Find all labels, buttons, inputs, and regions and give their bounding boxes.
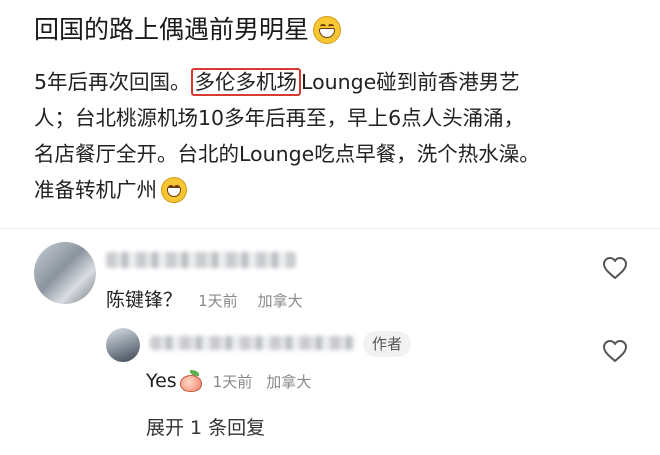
username-blurred[interactable] [106, 252, 296, 268]
peach-icon [179, 370, 203, 392]
post-body: 5年后再次回国。 多伦多机场 Lounge碰到前香港男艺 人；台北桃源机场10多年后… [34, 64, 634, 208]
avatar[interactable] [106, 328, 140, 362]
avatar[interactable] [34, 242, 96, 304]
grinning-face-icon [313, 16, 342, 44]
comment-location: 加拿大 [257, 292, 303, 310]
post-title: 回国的路上偶遇前男明星 [34, 12, 634, 48]
author-tag: 作者 [363, 331, 412, 357]
highlighted-location: 多伦多机场 [190, 68, 302, 96]
comment-text: Yes [146, 370, 177, 392]
post-body-text-1b: Lounge碰到前香港男艺 [301, 70, 520, 94]
heart-outline-icon[interactable] [602, 339, 628, 363]
comment-time: 1天前 [212, 372, 253, 391]
divider [0, 228, 660, 229]
post-title-text: 回国的路上偶遇前男明星 [34, 15, 310, 44]
post-body-line-1: 5年后再次回国。 多伦多机场 Lounge碰到前香港男艺 [34, 64, 634, 100]
post: 回国的路上偶遇前男明星 5年后再次回国。 多伦多机场 Lounge碰到前香港男艺 人… [34, 12, 634, 208]
comment-location: 加拿大 [266, 372, 312, 391]
post-body-text-4: 准备转机广州 [34, 178, 157, 202]
comment-time: 1天前 [198, 292, 238, 310]
username-blurred[interactable] [150, 336, 355, 350]
comment[interactable]: 陈键锋？ 1天前 加拿大 [106, 285, 303, 312]
post-body-line-2: 人；台北桃源机场10多年后再至，早上6点人头涌涌， [34, 106, 525, 130]
heart-outline-icon[interactable] [602, 256, 628, 280]
comment-text: 陈键锋？ [106, 289, 183, 311]
post-body-text-1: 5年后再次回国。 [34, 70, 191, 94]
grinning-face-icon [161, 177, 187, 203]
post-body-line-4: 准备转机广州 [34, 172, 634, 208]
post-body-line-3: 名店餐厅全开。台北的Lounge吃点早餐，洗个热水澡。 [34, 142, 540, 166]
reply-comment[interactable]: Yes 1天前 加拿大 [146, 370, 311, 392]
expand-replies-link[interactable]: 展开 1 条回复 [146, 413, 265, 440]
